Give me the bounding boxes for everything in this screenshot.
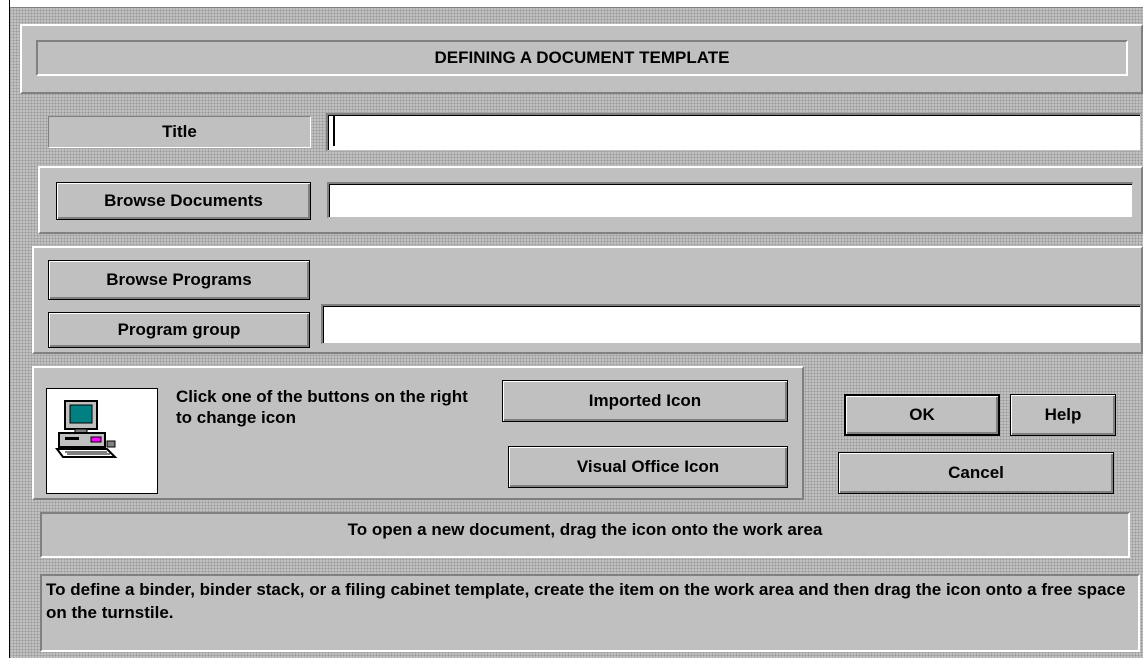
- title-label-text: Title: [162, 122, 197, 141]
- icon-instruction: Click one of the buttons on the right to…: [176, 387, 468, 427]
- computer-icon: [55, 400, 118, 458]
- open-document-hint: To open a new document, drag the icon on…: [40, 512, 1130, 558]
- browse-programs-button[interactable]: Browse Programs: [48, 260, 310, 300]
- program-path-input[interactable]: [321, 304, 1141, 344]
- header-panel: DEFINING A DOCUMENT TEMPLATE: [20, 24, 1143, 94]
- documents-path-input[interactable]: [327, 182, 1133, 218]
- window-top-edge: [10, 0, 1143, 8]
- dialog-title: DEFINING A DOCUMENT TEMPLATE: [434, 48, 730, 67]
- define-template-hint: To define a binder, binder stack, or a f…: [40, 574, 1140, 652]
- title-label: Title: [48, 116, 311, 148]
- icon-panel: Click one of the buttons on the right to…: [32, 366, 804, 500]
- header-bar: DEFINING A DOCUMENT TEMPLATE: [36, 40, 1128, 76]
- define-template-hint-text: To define a binder, binder stack, or a f…: [46, 580, 1126, 622]
- window-left-edge: [0, 0, 10, 658]
- icon-preview[interactable]: [46, 388, 158, 494]
- ok-button[interactable]: OK: [844, 394, 1000, 436]
- imported-icon-button[interactable]: Imported Icon: [502, 380, 788, 422]
- help-button[interactable]: Help: [1010, 394, 1116, 436]
- cancel-button[interactable]: Cancel: [838, 452, 1114, 494]
- visual-office-icon-button[interactable]: Visual Office Icon: [508, 446, 788, 488]
- program-group-button[interactable]: Program group: [48, 312, 310, 348]
- text-caret: [333, 116, 335, 146]
- title-input[interactable]: [326, 113, 1141, 151]
- documents-panel: Browse Documents: [38, 166, 1143, 234]
- browse-documents-button[interactable]: Browse Documents: [56, 182, 311, 220]
- open-document-hint-text: To open a new document, drag the icon on…: [347, 520, 823, 539]
- programs-panel: Browse Programs Program group: [32, 246, 1143, 354]
